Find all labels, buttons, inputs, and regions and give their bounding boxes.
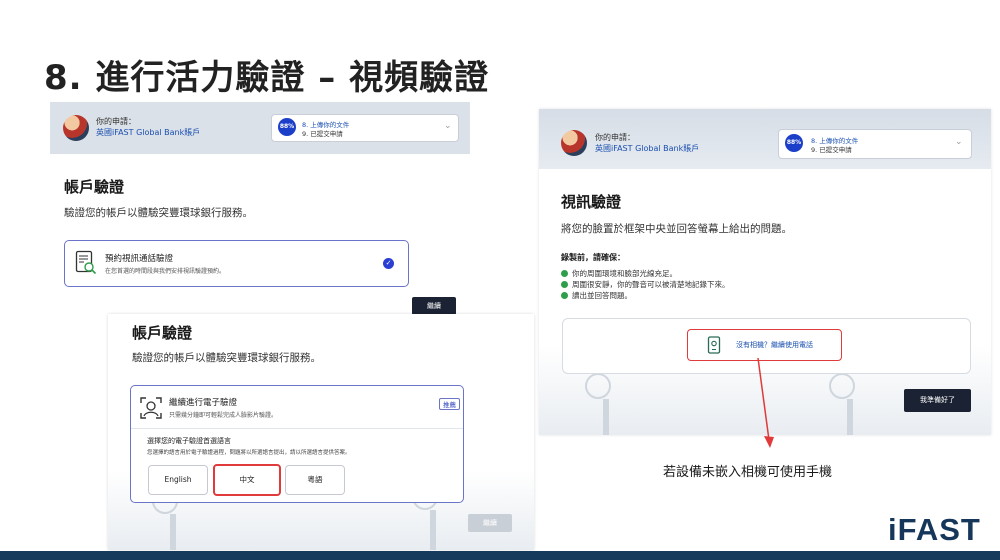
progress-dropdown[interactable]: 88% 8. 上傳你的文件 9. 已提交申請 ⌄ <box>778 129 972 159</box>
option-title: 預約視訊通話驗證 <box>105 254 174 264</box>
checklist-item: 你的周圍環境和臉部光線充足。 <box>561 268 677 279</box>
page-title: 視訊驗證 <box>561 193 622 211</box>
progress-ring: 88% <box>278 118 296 136</box>
avatar <box>63 115 89 141</box>
continue-button[interactable]: 繼續 <box>412 297 456 315</box>
checklist-heading: 錄製前，請確保： <box>561 253 625 262</box>
app-header: 你的申請： 英國iFAST Global Bank賬戶 88% 8. 上傳你的文… <box>539 109 991 169</box>
lamp-post <box>847 399 853 435</box>
progress-dropdown[interactable]: 88% 8. 上傳你的文件 9. 已提交申請 ⌄ <box>271 114 459 142</box>
lamp-post <box>603 399 609 435</box>
language-option-chinese[interactable]: 中文 <box>213 464 281 496</box>
lamp-globe <box>585 373 611 399</box>
language-option-english[interactable]: English <box>148 465 208 495</box>
continue-button[interactable]: 繼續 <box>468 514 512 532</box>
language-description: 您選擇的語言用於電子驗證過程，問題將以所選語言提出，請以所選語言提供答案。 <box>147 450 351 456</box>
page-subtitle: 驗證您的帳戶以體驗突豐環球銀行服務。 <box>64 207 253 219</box>
document-search-icon <box>75 250 97 275</box>
ready-button[interactable]: 我準備好了 <box>904 389 971 412</box>
panel-account-verification: 你的申請： 英國iFAST Global Bank賬戶 88% 8. 上傳你的文… <box>50 102 470 328</box>
brand-logo: iFAST <box>888 512 981 547</box>
checklist-item: 讀出並回答問題。 <box>561 290 632 301</box>
page-subtitle: 驗證您的帳戶以體驗突豐環球銀行服務。 <box>132 352 321 364</box>
electronic-verification-card[interactable]: 繼續進行電子驗證 只需幾分鐘即可輕鬆完成人臉影片驗證。 推薦 選擇您的電子驗證首… <box>130 385 464 503</box>
check-icon: ✓ <box>383 258 394 269</box>
application-label: 你的申請： <box>595 133 635 142</box>
footer-bar <box>0 551 1000 560</box>
application-label: 你的申請： <box>96 117 136 126</box>
language-heading: 選擇您的電子驗證首選語言 <box>147 437 231 445</box>
chevron-down-icon: ⌄ <box>955 137 963 147</box>
check-icon <box>561 270 568 277</box>
lamp-globe <box>829 373 855 399</box>
chevron-down-icon: ⌄ <box>444 121 452 131</box>
divider <box>131 428 463 429</box>
annotation-arrow <box>757 358 774 448</box>
use-phone-label: 沒有相機？繼續使用電話 <box>736 341 813 349</box>
check-icon <box>561 281 568 288</box>
phone-icon <box>707 336 721 354</box>
checklist-item: 周圍很安靜，你的聲音可以被清楚地記錄下來。 <box>561 279 730 290</box>
panel-electronic-verification: 帳戶驗證 驗證您的帳戶以體驗突豐環球銀行服務。 繼續進行電子驗證 只需幾分鐘即可… <box>108 314 534 550</box>
progress-step-next: 9. 已提交申請 <box>811 146 852 154</box>
page-subtitle: 將您的臉置於框架中央並回答螢幕上給出的問題。 <box>561 223 792 235</box>
use-phone-button[interactable]: 沒有相機？繼續使用電話 <box>687 329 842 361</box>
avatar <box>561 130 587 156</box>
language-option-cantonese[interactable]: 粵語 <box>285 465 345 495</box>
caption: 若設備未嵌入相機可使用手機 <box>663 465 833 480</box>
application-account: 英國iFAST Global Bank賬戶 <box>595 144 700 153</box>
option-description: 在您首選的時間段與我們安排視訊驗證預約。 <box>105 268 226 275</box>
video-call-option-card[interactable]: 預約視訊通話驗證 在您首選的時間段與我們安排視訊驗證預約。 ✓ <box>64 240 409 287</box>
face-scan-icon <box>140 397 162 419</box>
page-title: 帳戶驗證 <box>132 324 193 342</box>
slide-title: 8. 進行活力驗證 – 視頻驗證 <box>44 58 490 98</box>
option-description: 只需幾分鐘即可輕鬆完成人臉影片驗證。 <box>169 412 278 419</box>
check-icon <box>561 292 568 299</box>
recommended-badge: 推薦 <box>439 398 460 410</box>
page-title: 帳戶驗證 <box>64 178 125 196</box>
lamp-post <box>170 514 176 550</box>
lamp-post <box>430 510 436 550</box>
app-header: 你的申請： 英國iFAST Global Bank賬戶 88% 8. 上傳你的文… <box>50 102 470 154</box>
application-account: 英國iFAST Global Bank賬戶 <box>96 128 201 137</box>
progress-step-next: 9. 已提交申請 <box>302 130 343 138</box>
option-title: 繼續進行電子驗證 <box>169 398 238 408</box>
progress-ring: 88% <box>785 134 803 152</box>
